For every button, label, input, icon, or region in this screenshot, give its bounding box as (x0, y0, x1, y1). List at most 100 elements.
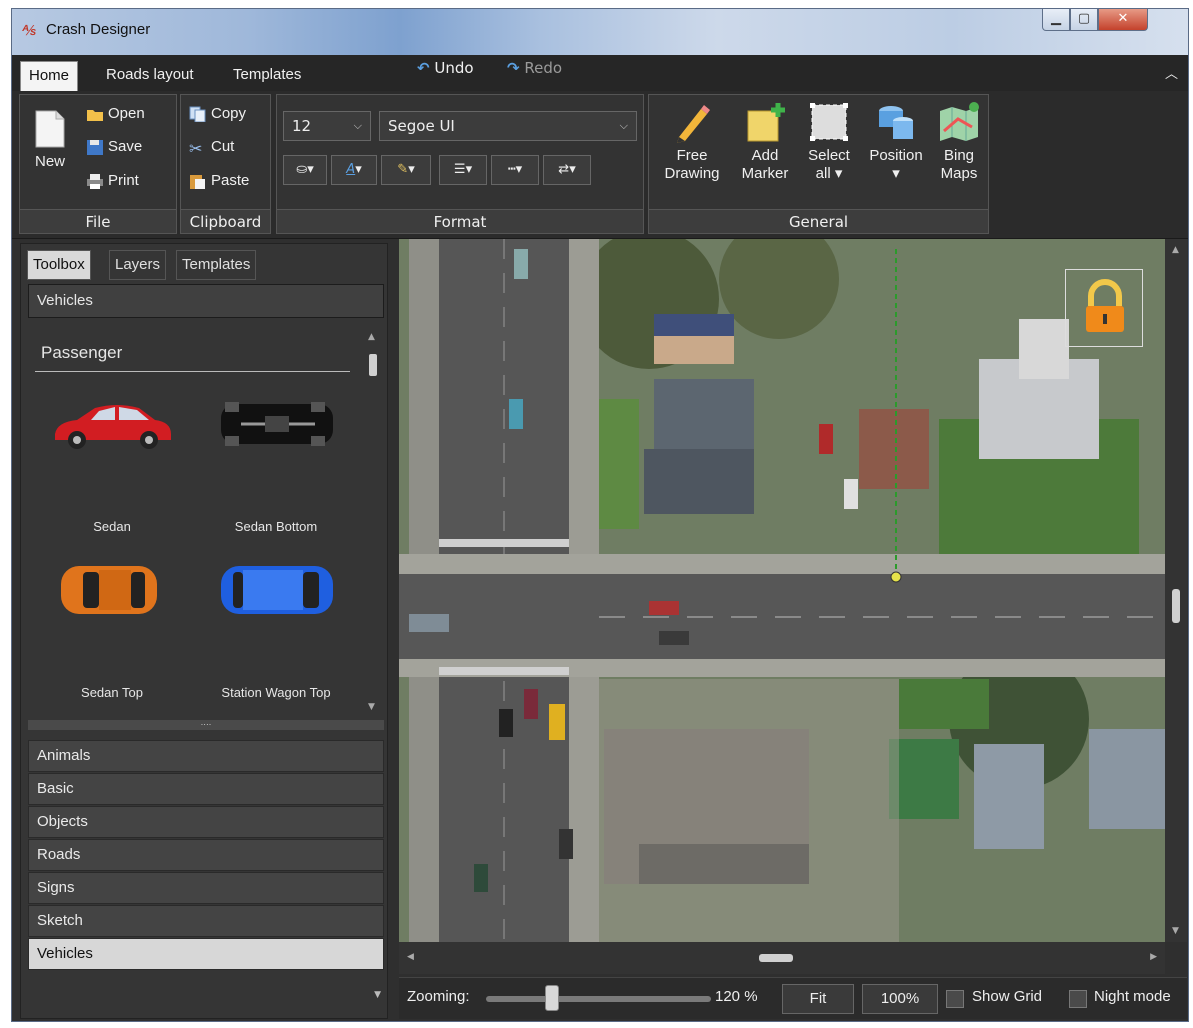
open-button[interactable]: Open (86, 105, 145, 122)
file-group: New Open Save Print File (19, 94, 177, 234)
zoom-slider-thumb[interactable] (545, 985, 560, 1011)
new-button[interactable]: New (30, 109, 70, 170)
collapse-ribbon-icon[interactable]: ︿ (1165, 63, 1178, 82)
scroll-up-icon[interactable]: ▲ (1172, 245, 1179, 255)
paste-label: Paste (211, 172, 250, 189)
copy-icon (189, 106, 206, 123)
save-disk-icon (87, 140, 103, 156)
cut-button[interactable]: ✂ Cut (189, 138, 235, 158)
free-drawing-button[interactable]: Free Drawing (655, 101, 729, 183)
add-marker-button[interactable]: Add Marker (735, 101, 795, 183)
vehicle-sedan[interactable]: Sedan (37, 394, 187, 534)
subsection-passenger[interactable]: Passenger (35, 334, 350, 372)
minimize-button[interactable]: ▁ (1042, 9, 1070, 31)
toolbox-scroll-thumb[interactable] (369, 354, 377, 376)
scroll-left-icon[interactable]: ◀ (407, 952, 414, 962)
scroll-down-icon[interactable]: ▼ (1172, 926, 1179, 936)
position-button[interactable]: Position ▾ (861, 101, 931, 183)
section-header-vehicles[interactable]: Vehicles (28, 284, 384, 318)
show-grid-label: Show Grid (972, 988, 1043, 1005)
night-mode-checkbox[interactable] (1069, 990, 1087, 1008)
panel-splitter[interactable]: ‥‥ (28, 719, 384, 730)
vehicle-label: Sedan Bottom (234, 519, 318, 534)
add-marker-label-1: Add (751, 147, 779, 164)
vehicle-sedan-top[interactable]: Sedan Top (37, 560, 187, 700)
redo-button[interactable]: ↷ Redo (507, 59, 562, 77)
scroll-up-icon[interactable]: ▲ (368, 332, 375, 342)
redo-label: Redo (524, 59, 563, 77)
undo-label: Undo (434, 59, 474, 77)
tab-layers[interactable]: Layers (109, 250, 167, 280)
tab-panel-templates[interactable]: Templates (176, 250, 257, 280)
pen-icon: ✎ (397, 162, 409, 177)
category-objects[interactable]: Objects (28, 806, 384, 838)
zoom-slider[interactable] (486, 996, 711, 1002)
save-button[interactable]: Save (86, 138, 142, 156)
arrows-icon: ⇄ (558, 162, 570, 177)
title-bar: ⅍ Crash Designer ▁ ▢ ✕ (12, 9, 1188, 55)
format-group: 12 ⌵ Segoe UI ⌵ ⛀▾ A▾ ✎▾ ☰▾ ┅▾ ⇄▾ Format (276, 94, 644, 234)
copy-button[interactable]: Copy (189, 105, 247, 123)
category-animals[interactable]: Animals (28, 740, 384, 772)
category-scroll-down-icon[interactable]: ▼ (374, 990, 381, 1000)
toolbox-scrollbar[interactable]: ▲ ▼ (367, 332, 379, 712)
paste-button[interactable]: Paste (189, 172, 250, 190)
font-color-button[interactable]: A▾ (331, 155, 377, 185)
fit-button[interactable]: Fit (782, 984, 854, 1014)
select-all-label-2: all ▾ (815, 165, 843, 182)
font-size-value: 12 (292, 117, 312, 135)
select-all-label-1: Select (808, 147, 850, 164)
category-vehicles[interactable]: Vehicles (28, 938, 384, 970)
vehicle-label: Sedan Top (81, 685, 143, 700)
tab-toolbox[interactable]: Toolbox (27, 250, 91, 280)
night-mode-label: Night mode (1094, 988, 1171, 1005)
tab-templates[interactable]: Templates (225, 61, 309, 91)
tab-roads-layout[interactable]: Roads layout (98, 61, 202, 91)
drawing-canvas[interactable] (399, 239, 1165, 942)
print-label: Print (108, 172, 139, 189)
scroll-right-icon[interactable]: ▶ (1150, 952, 1157, 962)
canvas-vertical-scrollbar[interactable]: ▲ ▼ (1165, 239, 1187, 942)
ribbon-tab-row: Home Roads layout Templates (12, 55, 1188, 91)
line-weight-button[interactable]: ☰▾ (439, 155, 487, 185)
print-button[interactable]: Print (86, 172, 139, 190)
vehicle-station-wagon-top[interactable]: Station Wagon Top (201, 560, 351, 700)
sedan-bottom-icon (221, 402, 333, 446)
zoom-label: Zooming: (407, 988, 470, 1005)
canvas-horizontal-scrollbar[interactable]: ◀ ▶ (399, 942, 1165, 974)
scroll-down-icon[interactable]: ▼ (368, 702, 375, 712)
bing-maps-label-1: Bing (943, 147, 975, 164)
vertical-scroll-thumb[interactable] (1172, 589, 1180, 623)
line-color-button[interactable]: ✎▾ (381, 155, 431, 185)
horizontal-scroll-thumb[interactable] (759, 954, 793, 962)
font-size-combo[interactable]: 12 ⌵ (283, 111, 371, 141)
vehicle-label: Station Wagon Top (221, 685, 331, 700)
font-name-combo[interactable]: Segoe UI ⌵ (379, 111, 637, 141)
show-grid-checkbox[interactable] (946, 990, 964, 1008)
undo-button[interactable]: ↶ Undo (417, 59, 474, 77)
line-dash-button[interactable]: ┅▾ (491, 155, 539, 185)
sticky-note-plus-icon (747, 103, 785, 142)
category-basic[interactable]: Basic (28, 773, 384, 805)
vehicle-sedan-bottom[interactable]: Sedan Bottom (201, 394, 351, 534)
free-drawing-label-2: Drawing (664, 165, 720, 182)
close-button[interactable]: ✕ (1098, 9, 1148, 31)
file-group-label: File (20, 209, 176, 233)
category-signs[interactable]: Signs (28, 872, 384, 904)
arrows-button[interactable]: ⇄▾ (543, 155, 591, 185)
category-sketch[interactable]: Sketch (28, 905, 384, 937)
category-roads[interactable]: Roads (28, 839, 384, 871)
select-all-button[interactable]: Select all ▾ (801, 101, 857, 183)
maximize-button[interactable]: ▢ (1070, 9, 1098, 31)
app-logo-icon: ⅍ (22, 23, 36, 39)
redo-icon: ↷ (507, 59, 520, 77)
copy-label: Copy (211, 105, 247, 122)
lock-toggle[interactable] (1065, 269, 1143, 347)
app-window: ⅍ Crash Designer ▁ ▢ ✕ Home Roads layout… (11, 8, 1189, 1022)
cut-label: Cut (211, 138, 235, 155)
new-document-icon (35, 110, 65, 148)
fill-color-button[interactable]: ⛀▾ (283, 155, 327, 185)
zoom-100-button[interactable]: 100% (862, 984, 938, 1014)
tab-home[interactable]: Home (20, 61, 79, 91)
bing-maps-button[interactable]: Bing Maps (933, 101, 985, 183)
